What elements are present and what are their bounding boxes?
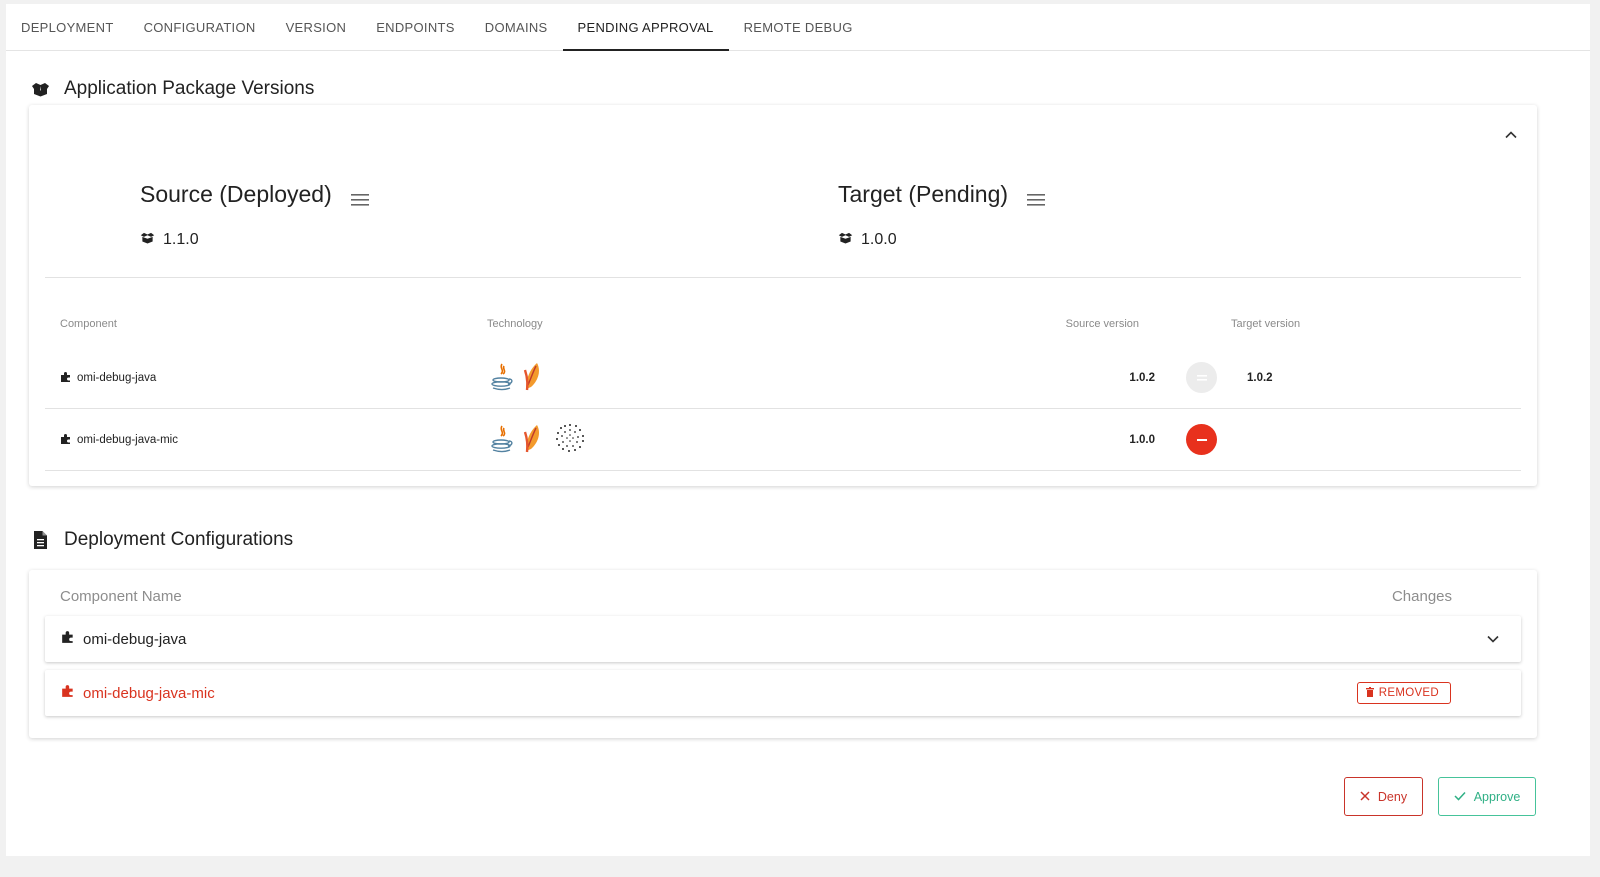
col-component-name: Component Name — [60, 588, 182, 605]
target-version: 1.0.0 — [838, 231, 897, 249]
config-row-name-text: omi-debug-java-mic — [83, 684, 215, 702]
component-name: omi-debug-java — [60, 347, 156, 409]
package-versions-card: Source (Deployed) 1.1.0 Target (Pending)… — [29, 105, 1537, 486]
source-menu-icon[interactable] — [350, 187, 370, 206]
apache-feather-icon — [521, 422, 547, 459]
document-icon — [30, 530, 50, 550]
tab-remote-debug[interactable]: REMOTE DEBUG — [729, 4, 868, 51]
equal-icon — [1186, 362, 1217, 393]
table-row: omi-debug-java-mic 1.0.0 — [45, 409, 1521, 471]
technology-icons — [489, 347, 547, 409]
package-versions-title: Application Package Versions — [64, 78, 315, 99]
puzzle-icon — [60, 371, 72, 386]
tab-deployment[interactable]: DEPLOYMENT — [6, 4, 129, 51]
approve-button-label: Approve — [1473, 789, 1521, 804]
tab-configuration[interactable]: CONFIGURATION — [129, 4, 271, 51]
source-version-value: 1.1.0 — [163, 231, 199, 248]
tab-domains[interactable]: DOMAINS — [470, 4, 563, 51]
target-title: Target (Pending) — [838, 181, 1046, 208]
source-version: 1.1.0 — [140, 231, 199, 249]
col-source-version: Source version — [1065, 318, 1139, 330]
dotted-sphere-icon — [553, 421, 587, 460]
trash-icon — [1365, 686, 1374, 700]
deployment-configurations-card: Component Name Changes omi-debug-java om… — [29, 570, 1537, 738]
component-name-text: omi-debug-java-mic — [77, 434, 178, 446]
package-icon — [30, 79, 50, 99]
removed-badge-label: REMOVED — [1378, 687, 1439, 699]
puzzle-icon — [60, 433, 72, 448]
deny-button-label: Deny — [1377, 789, 1408, 804]
target-version-cell: 1.0.2 — [1247, 372, 1273, 384]
component-name: omi-debug-java-mic — [60, 409, 178, 471]
source-version-cell: 1.0.2 — [1129, 372, 1155, 384]
source-version-cell: 1.0.0 — [1129, 434, 1155, 446]
chevron-down-icon[interactable] — [1485, 631, 1501, 652]
config-row[interactable]: omi-debug-java-mic REMOVED — [45, 670, 1521, 716]
target-menu-icon[interactable] — [1026, 187, 1046, 206]
java-icon — [489, 423, 515, 458]
source-title-text: Source (Deployed) — [140, 181, 332, 207]
deployment-configurations-header: Deployment Configurations — [30, 529, 293, 551]
removed-badge: REMOVED — [1356, 682, 1451, 704]
col-target-version: Target version — [1231, 318, 1301, 330]
check-icon — [1454, 790, 1466, 804]
minus-circle-icon — [1186, 424, 1217, 455]
tab-version[interactable]: VERSION — [271, 4, 362, 51]
tab-bar: DEPLOYMENT CONFIGURATION VERSION ENDPOIN… — [6, 4, 1590, 51]
package-versions-header: Application Package Versions — [30, 78, 314, 100]
tab-pending-approval[interactable]: PENDING APPROVAL — [562, 4, 729, 51]
config-row-name: omi-debug-java-mic — [61, 670, 215, 716]
config-row-name: omi-debug-java — [61, 616, 186, 662]
col-technology: Technology — [487, 318, 543, 330]
apache-feather-icon — [521, 360, 547, 397]
approve-button[interactable]: Approve — [1438, 777, 1536, 816]
puzzle-icon — [61, 630, 75, 648]
main-panel: DEPLOYMENT CONFIGURATION VERSION ENDPOIN… — [6, 4, 1590, 856]
table-row: omi-debug-java 1.0.2 1.0.2 — [45, 347, 1521, 409]
divider — [45, 277, 1521, 278]
deployment-configurations-title: Deployment Configurations — [64, 529, 294, 550]
config-row[interactable]: omi-debug-java — [45, 616, 1521, 662]
puzzle-icon — [61, 684, 75, 702]
config-row-name-text: omi-debug-java — [83, 630, 187, 648]
source-title: Source (Deployed) — [140, 181, 370, 208]
package-icon — [140, 231, 155, 249]
close-icon — [1360, 790, 1370, 804]
package-icon — [838, 231, 853, 249]
deny-button[interactable]: Deny — [1344, 777, 1423, 816]
col-component: Component — [60, 318, 117, 330]
java-icon — [489, 361, 515, 396]
tab-endpoints[interactable]: ENDPOINTS — [361, 4, 470, 51]
target-title-text: Target (Pending) — [838, 181, 1009, 207]
technology-icons — [489, 409, 587, 471]
component-name-text: omi-debug-java — [77, 372, 157, 384]
target-version-value: 1.0.0 — [861, 231, 897, 248]
chevron-up-icon[interactable] — [1503, 127, 1519, 143]
col-changes: Changes — [1391, 588, 1452, 605]
